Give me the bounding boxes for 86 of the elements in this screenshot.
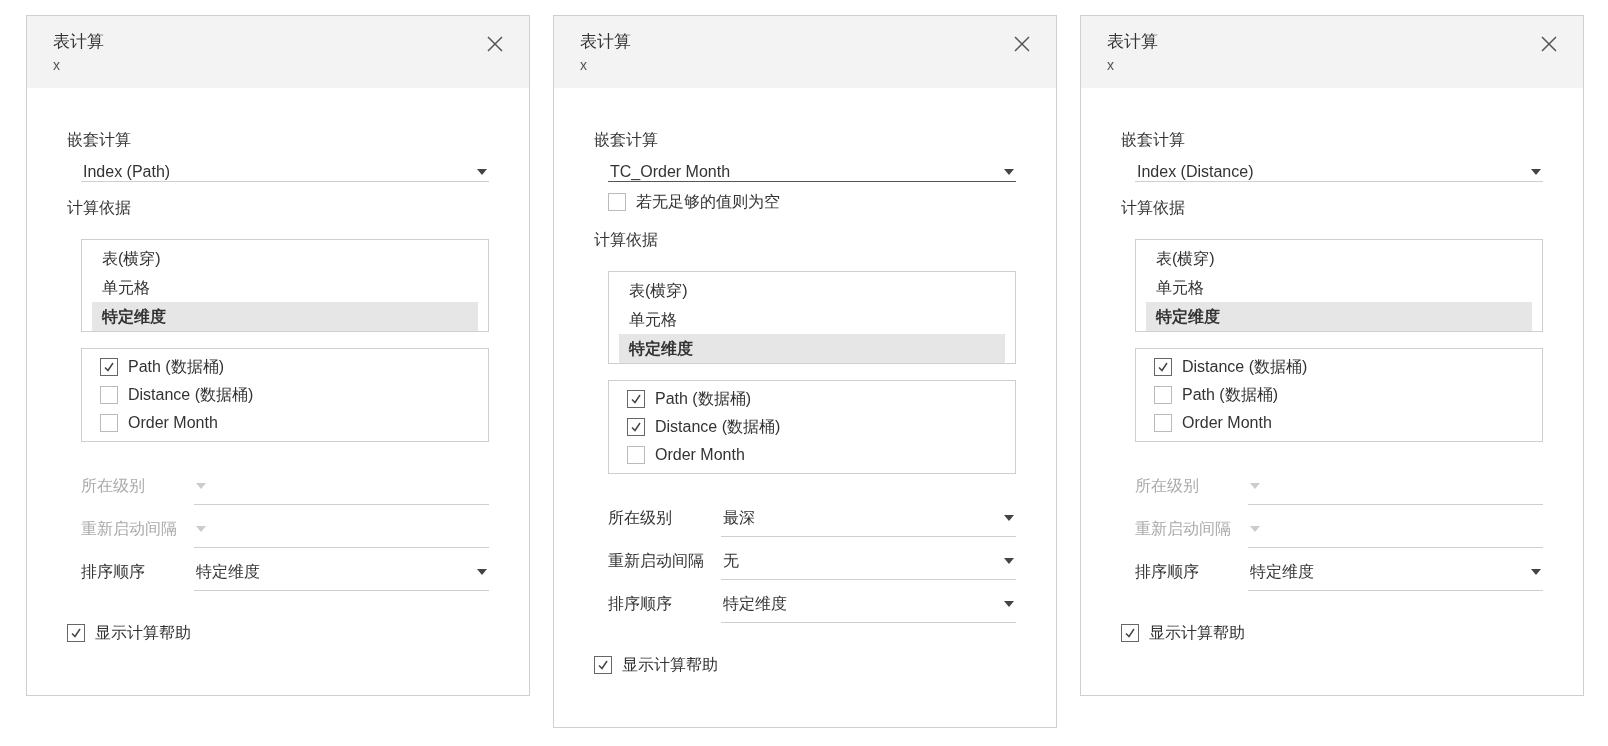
checkbox[interactable] bbox=[608, 193, 626, 211]
setting-label: 重新启动间隔 bbox=[1135, 519, 1232, 539]
checkbox[interactable] bbox=[1154, 414, 1172, 432]
checkmark-icon bbox=[70, 627, 82, 639]
list-item[interactable]: 特定维度 bbox=[619, 334, 1005, 363]
dialog-subtitle: x bbox=[580, 57, 588, 73]
setting-label: 排序顺序 bbox=[1135, 562, 1200, 582]
setting-label: 重新启动间隔 bbox=[608, 551, 705, 571]
checkmark-icon bbox=[1157, 361, 1169, 373]
dialog-title: 表计算 bbox=[1107, 31, 1158, 53]
section-label: 计算依据 bbox=[594, 230, 658, 250]
dialog-title: 表计算 bbox=[53, 31, 104, 53]
checkbox-label: 显示计算帮助 bbox=[1149, 622, 1245, 643]
list-item[interactable]: 表(横穿) bbox=[619, 276, 1005, 305]
checkbox[interactable] bbox=[627, 418, 645, 436]
checkbox[interactable] bbox=[1121, 624, 1139, 642]
dialog-subtitle: x bbox=[53, 57, 61, 73]
checkbox[interactable] bbox=[100, 358, 118, 376]
caret-icon bbox=[1250, 483, 1260, 489]
checkmark-icon bbox=[103, 361, 115, 373]
setting-dropdown[interactable]: 特定维度 bbox=[1248, 554, 1543, 591]
section-label: 嵌套计算 bbox=[1121, 130, 1185, 150]
checkbox[interactable] bbox=[1154, 386, 1172, 404]
checkbox-label: Distance (数据桶) bbox=[128, 384, 254, 405]
caret-icon bbox=[196, 526, 206, 532]
close-icon[interactable] bbox=[487, 36, 503, 52]
setting-label: 所在级别 bbox=[81, 476, 146, 496]
setting-label: 所在级别 bbox=[1135, 476, 1200, 496]
checkbox-label: 显示计算帮助 bbox=[95, 622, 191, 643]
setting-label: 所在级别 bbox=[608, 508, 673, 528]
setting-dropdown[interactable]: 最深 bbox=[721, 500, 1016, 537]
setting-dropdown[interactable]: 特定维度 bbox=[721, 586, 1016, 623]
checkbox[interactable] bbox=[100, 386, 118, 404]
caret-icon bbox=[1004, 169, 1014, 175]
checkbox-label: Order Month bbox=[1182, 414, 1272, 432]
checkbox-label: Order Month bbox=[655, 446, 745, 464]
list-item[interactable]: 单元格 bbox=[92, 273, 478, 302]
dialog-subtitle: x bbox=[1107, 57, 1115, 73]
close-icon[interactable] bbox=[1014, 36, 1030, 52]
section-label: 计算依据 bbox=[67, 198, 131, 218]
nested-calculation-dropdown[interactable]: Index (Path) bbox=[81, 163, 489, 182]
checkbox-label: Path (数据桶) bbox=[128, 356, 224, 377]
checkbox[interactable] bbox=[627, 390, 645, 408]
setting-label: 排序顺序 bbox=[608, 594, 673, 614]
setting-dropdown[interactable]: 特定维度 bbox=[194, 554, 489, 591]
list-item[interactable]: 单元格 bbox=[619, 305, 1005, 334]
checkbox[interactable] bbox=[1154, 358, 1172, 376]
checkbox-label: Order Month bbox=[128, 414, 218, 432]
nested-calculation-dropdown[interactable]: TC_Order Month bbox=[608, 163, 1016, 182]
close-icon[interactable] bbox=[1541, 36, 1557, 52]
checkbox-label: Path (数据桶) bbox=[655, 388, 751, 409]
section-label: 嵌套计算 bbox=[67, 130, 131, 150]
caret-icon bbox=[1004, 515, 1014, 521]
section-label: 计算依据 bbox=[1121, 198, 1185, 218]
checkbox-label: Distance (数据桶) bbox=[1182, 356, 1308, 377]
caret-icon bbox=[196, 483, 206, 489]
list-item[interactable]: 单元格 bbox=[1146, 273, 1532, 302]
checkbox-label: Path (数据桶) bbox=[1182, 384, 1278, 405]
dialog-title: 表计算 bbox=[580, 31, 631, 53]
checkbox-label: Distance (数据桶) bbox=[655, 416, 781, 437]
list-item[interactable]: 特定维度 bbox=[92, 302, 478, 331]
section-label: 嵌套计算 bbox=[594, 130, 658, 150]
caret-icon bbox=[1004, 558, 1014, 564]
checkmark-icon bbox=[630, 393, 642, 405]
checkbox[interactable] bbox=[627, 446, 645, 464]
checkbox[interactable] bbox=[67, 624, 85, 642]
setting-label: 排序顺序 bbox=[81, 562, 146, 582]
caret-icon bbox=[1531, 569, 1541, 575]
caret-icon bbox=[477, 169, 487, 175]
caret-icon bbox=[477, 569, 487, 575]
caret-icon bbox=[1531, 169, 1541, 175]
list-item[interactable]: 特定维度 bbox=[1146, 302, 1532, 331]
checkbox-label: 显示计算帮助 bbox=[622, 654, 718, 675]
caret-icon bbox=[1250, 526, 1260, 532]
checkbox-label: 若无足够的值则为空 bbox=[636, 191, 780, 212]
list-item[interactable]: 表(横穿) bbox=[1146, 244, 1532, 273]
checkbox[interactable] bbox=[594, 656, 612, 674]
caret-icon bbox=[1004, 601, 1014, 607]
setting-label: 重新启动间隔 bbox=[81, 519, 178, 539]
checkbox[interactable] bbox=[100, 414, 118, 432]
checkmark-icon bbox=[1124, 627, 1136, 639]
list-item[interactable]: 表(横穿) bbox=[92, 244, 478, 273]
nested-calculation-dropdown[interactable]: Index (Distance) bbox=[1135, 163, 1543, 182]
checkmark-icon bbox=[630, 421, 642, 433]
checkmark-icon bbox=[597, 659, 609, 671]
setting-dropdown[interactable]: 无 bbox=[721, 543, 1016, 580]
